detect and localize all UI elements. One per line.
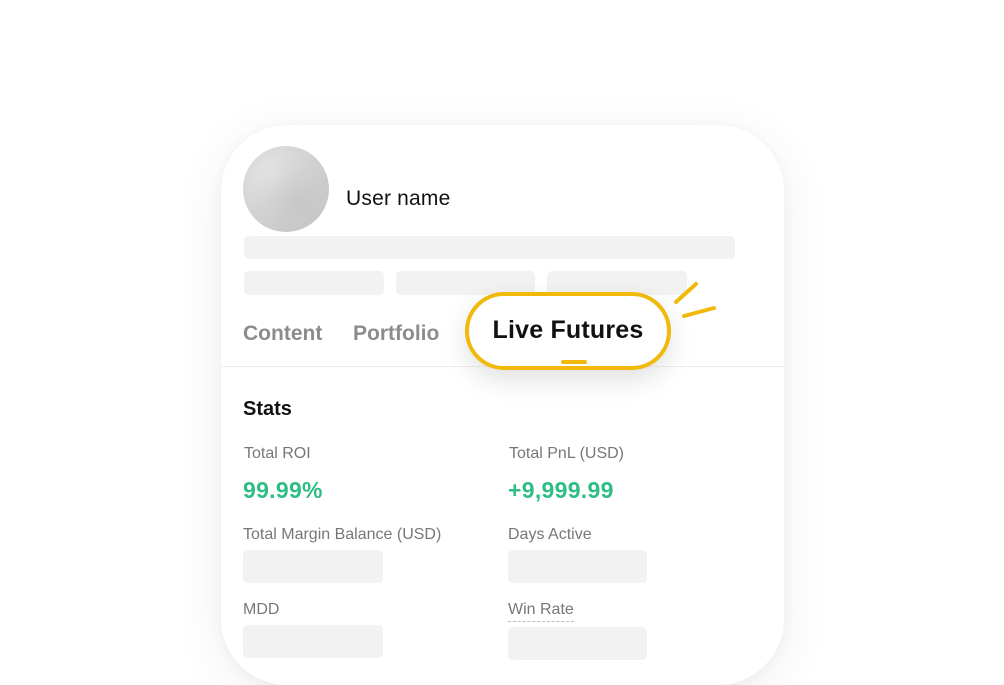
tab-portfolio[interactable]: Portfolio [353,322,439,346]
total-margin-balance-label: Total Margin Balance (USD) [243,526,442,543]
days-active-label: Days Active [508,526,592,543]
total-pnl-label: Total PnL (USD) [509,445,624,462]
days-active-placeholder [508,550,647,583]
info-placeholder-1 [244,271,384,295]
sparkle-icon [674,282,716,318]
bio-placeholder [244,236,735,259]
avatar[interactable] [243,146,329,232]
win-rate-placeholder [508,627,647,660]
mdd-placeholder [243,625,383,658]
user-name: User name [346,187,451,210]
tab-content[interactable]: Content [243,322,322,346]
total-roi-label: Total ROI [244,445,311,462]
total-margin-balance-placeholder [243,550,383,583]
total-pnl-value: +9,999.99 [508,477,614,503]
active-tab-indicator [561,360,587,364]
tab-live-futures[interactable]: Live Futures [465,292,671,370]
tab-live-futures-label: Live Futures [492,316,644,344]
win-rate-label[interactable]: Win Rate [508,601,574,622]
total-roi-value: 99.99% [243,477,323,503]
stats-title: Stats [243,398,292,420]
mdd-label: MDD [243,601,280,618]
